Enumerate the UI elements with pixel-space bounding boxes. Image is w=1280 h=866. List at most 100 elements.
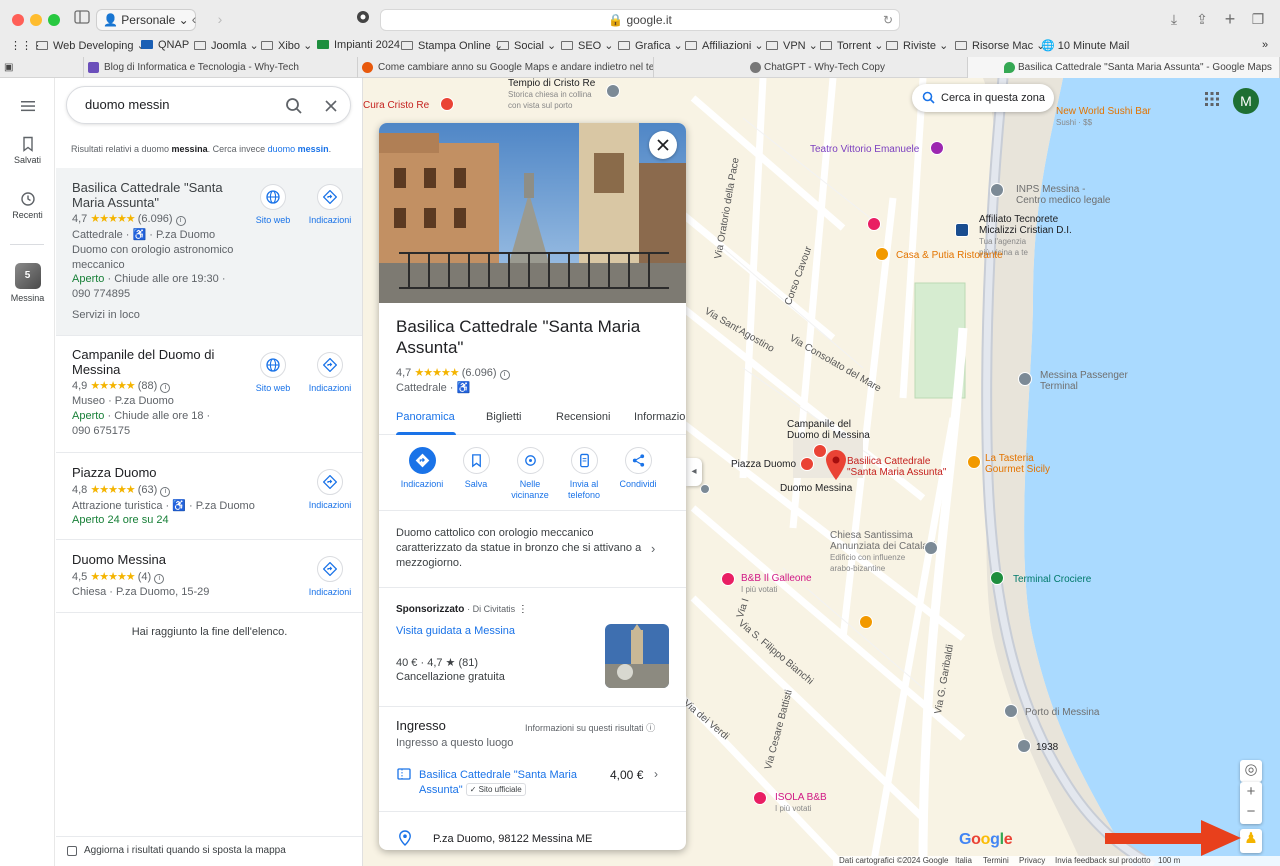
result-title[interactable]: Duomo Messina	[72, 552, 242, 567]
place-photo[interactable]	[379, 123, 686, 303]
search-icon[interactable]	[285, 97, 303, 115]
admission-info[interactable]: Informazioni su questi risultati ⓘ	[525, 721, 655, 734]
tab-reviews[interactable]: Recensioni	[556, 411, 610, 423]
place-description[interactable]: Duomo cattolico con orologio meccanico c…	[396, 526, 646, 571]
map-poi-label[interactable]: Tempio di Cristo Re Storica chiesa in col…	[508, 78, 595, 111]
recent-place-messina[interactable]: 5 Messina	[0, 263, 55, 303]
country-link[interactable]: Italia	[955, 856, 972, 865]
official-ticket-link[interactable]: Basilica Cattedrale "Santa Maria Assunta…	[419, 768, 589, 798]
minimize-window-button[interactable]	[30, 14, 42, 26]
bookmark-item[interactable]: QNAP	[141, 39, 189, 51]
bookmark-folder[interactable]: Torrent ⌄	[820, 39, 884, 52]
directions-button[interactable]: Indicazioni	[300, 352, 360, 393]
info-icon[interactable]: i	[154, 574, 165, 584]
address-bar[interactable]: 🔒 google.it ↻	[380, 9, 900, 31]
directions-action-button[interactable]: Indicazioni	[395, 447, 449, 490]
account-avatar[interactable]: M	[1233, 88, 1259, 114]
map-poi-label[interactable]: Terminal Crociere	[1013, 574, 1091, 585]
hotel-marker-icon[interactable]	[753, 791, 767, 805]
port-marker-icon[interactable]	[1004, 704, 1018, 718]
menu-button[interactable]	[0, 98, 55, 117]
bookmark-folder[interactable]: Social ⌄	[497, 39, 556, 52]
info-icon[interactable]: i	[499, 370, 510, 380]
pegman-icon[interactable]: ♟	[1240, 829, 1262, 853]
directions-button[interactable]: Indicazioni	[300, 556, 360, 597]
attraction-marker-icon[interactable]	[800, 457, 814, 471]
close-card-button[interactable]	[649, 131, 677, 159]
selected-place-pin-icon[interactable]	[826, 450, 846, 480]
map-poi-label[interactable]: Cura Cristo Re	[363, 100, 429, 111]
map-poi-label-selected[interactable]: Basilica Cattedrale "Santa Maria Assunta"	[847, 456, 946, 478]
hospital-marker-icon[interactable]	[440, 97, 454, 111]
restaurant-marker-icon[interactable]	[967, 455, 981, 469]
bookmark-folder[interactable]: Risorse Mac ⌄	[955, 39, 1045, 52]
church-marker-icon[interactable]	[924, 541, 938, 555]
search-box[interactable]	[66, 86, 351, 124]
result-item[interactable]: Piazza Duomo 4,8 ★★★★★ (63) i Attrazione…	[56, 453, 362, 540]
browser-tab[interactable]: Blog di Informatica e Tecnologia - Why-T…	[84, 57, 358, 78]
place-address[interactable]: P.za Duomo, 98122 Messina ME	[433, 833, 592, 845]
zoom-in-button[interactable]: +	[1240, 782, 1262, 802]
tab-tickets[interactable]: Biglietti	[486, 411, 521, 423]
hotel-marker-icon[interactable]	[721, 572, 735, 586]
bookmark-folder[interactable]: SEO ⌄	[561, 39, 614, 52]
site-settings-icon[interactable]	[353, 9, 373, 29]
map-poi-label[interactable]: La Tasteria Gourmet Sicily	[985, 453, 1050, 475]
chevron-right-icon[interactable]: ›	[651, 541, 655, 556]
google-apps-icon[interactable]	[1205, 92, 1219, 106]
forward-icon[interactable]: ›	[210, 9, 230, 29]
close-icon[interactable]	[323, 98, 339, 114]
tab-overview[interactable]: Panoramica	[396, 411, 455, 423]
church-marker-icon[interactable]	[606, 84, 620, 98]
map-poi-label[interactable]: B&B Il Galleone I più votati	[741, 573, 812, 595]
saved-button[interactable]: Salvati	[0, 136, 55, 165]
new-tab-icon[interactable]: +	[1220, 9, 1240, 29]
bookmark-folder[interactable]: Riviste ⌄	[886, 39, 948, 52]
monument-marker-icon[interactable]	[1017, 739, 1031, 753]
theater-marker-icon[interactable]	[930, 141, 944, 155]
directions-button[interactable]: Indicazioni	[300, 469, 360, 510]
bookmark-folder[interactable]: Stampa Online ⌄	[401, 39, 503, 52]
restaurant-marker-icon[interactable]	[859, 615, 873, 629]
reload-icon[interactable]: ↻	[883, 10, 893, 30]
back-icon[interactable]: ‹	[184, 9, 204, 29]
result-title[interactable]: Basilica Cattedrale "Santa Maria Assunta…	[72, 180, 242, 210]
privacy-link[interactable]: Privacy	[1019, 856, 1045, 865]
search-this-area-button[interactable]: Cerca in questa zona	[912, 84, 1054, 112]
info-icon[interactable]: i	[160, 487, 171, 497]
map-poi-label[interactable]: ISOLA B&B I più votati	[775, 792, 827, 814]
browser-tab[interactable]: ChatGPT - Why-Tech Copy	[654, 57, 968, 78]
sponsored-thumbnail[interactable]	[605, 624, 669, 688]
result-item[interactable]: Campanile del Duomo di Messina 4,9 ★★★★★…	[56, 336, 362, 453]
terms-link[interactable]: Termini	[983, 856, 1009, 865]
result-title[interactable]: Piazza Duomo	[72, 465, 242, 480]
map-poi-label[interactable]: Duomo Messina	[780, 483, 852, 494]
ferry-marker-icon[interactable]	[1018, 372, 1032, 386]
more-bookmarks-icon[interactable]: »	[1262, 39, 1268, 51]
bookmark-folder[interactable]: Joomla ⌄	[194, 39, 259, 52]
map-poi-label[interactable]: Porto di Messina	[1025, 707, 1099, 718]
browser-tab[interactable]: Come cambiare anno su Google Maps e anda…	[358, 57, 654, 78]
zoom-out-button[interactable]: −	[1240, 802, 1262, 822]
more-options-icon[interactable]: ⋮	[518, 604, 528, 615]
pinned-tab[interactable]: ▣	[0, 57, 84, 78]
bookmark-folder[interactable]: Xibo ⌄	[261, 39, 312, 52]
bookmark-folder[interactable]: Web Developing ⌄	[36, 39, 146, 52]
update-on-move-row[interactable]: Aggiorna i risultati quando si sposta la…	[56, 836, 362, 866]
restaurant-marker-icon[interactable]	[875, 247, 889, 261]
downloads-icon[interactable]: ⤓	[1164, 9, 1184, 29]
hotel-marker-icon[interactable]	[867, 217, 881, 231]
map-poi-label[interactable]: Piazza Duomo	[731, 459, 796, 470]
office-marker-icon[interactable]	[990, 183, 1004, 197]
browser-tab-active[interactable]: Basilica Cattedrale "Santa Maria Assunta…	[968, 57, 1280, 78]
result-title[interactable]: Campanile del Duomo di Messina	[72, 347, 242, 377]
bookmark-item[interactable]: 🌐 10 Minute Mail	[1041, 39, 1129, 52]
map-poi-label[interactable]: Teatro Vittorio Emanuele	[810, 144, 919, 155]
tab-info[interactable]: Informazio	[634, 411, 685, 423]
bookmark-folder[interactable]: Grafica ⌄	[618, 39, 683, 52]
website-button[interactable]: Sito web	[243, 352, 303, 393]
update-on-move-checkbox[interactable]	[67, 846, 77, 856]
map-poi-label[interactable]: New World Sushi Bar Sushi · $$	[1056, 106, 1151, 128]
info-icon[interactable]: i	[160, 383, 171, 393]
map-poi-label[interactable]: INPS Messina - Centro medico legale	[1016, 184, 1111, 206]
